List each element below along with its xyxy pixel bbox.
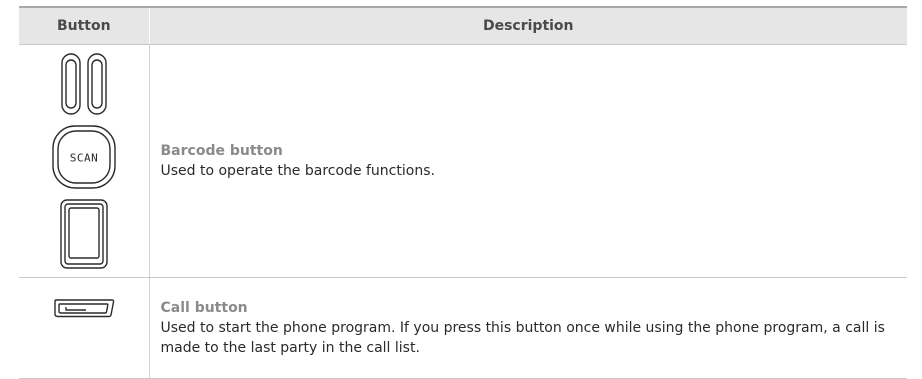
table-header-row: Button Description [19, 6, 907, 45]
call-button-description: Used to start the phone program. If you … [160, 320, 885, 356]
scan-button-icon: SCAN [52, 125, 116, 189]
header-button: Button [19, 6, 150, 45]
square-button-icon [60, 199, 108, 269]
side-buttons-icon [61, 53, 107, 115]
button-cell: SCAN [19, 44, 150, 278]
scan-label: SCAN [70, 152, 99, 165]
barcode-button-title: Barcode button [160, 143, 283, 159]
description-cell: Barcode button Used to operate the barco… [149, 44, 907, 278]
table-row: Call button Used to start the phone prog… [19, 277, 907, 379]
call-button-title: Call button [160, 300, 248, 316]
table-row: SCAN Barcode button Used to operate the … [19, 44, 907, 278]
button-cell [19, 277, 150, 379]
button-description-table: Button Description SCAN Barcode button U… [19, 6, 907, 379]
barcode-button-description: Used to operate the barcode functions. [160, 163, 435, 179]
description-cell: Call button Used to start the phone prog… [149, 277, 907, 379]
header-description: Description [149, 6, 907, 45]
call-button-icon [54, 299, 115, 318]
